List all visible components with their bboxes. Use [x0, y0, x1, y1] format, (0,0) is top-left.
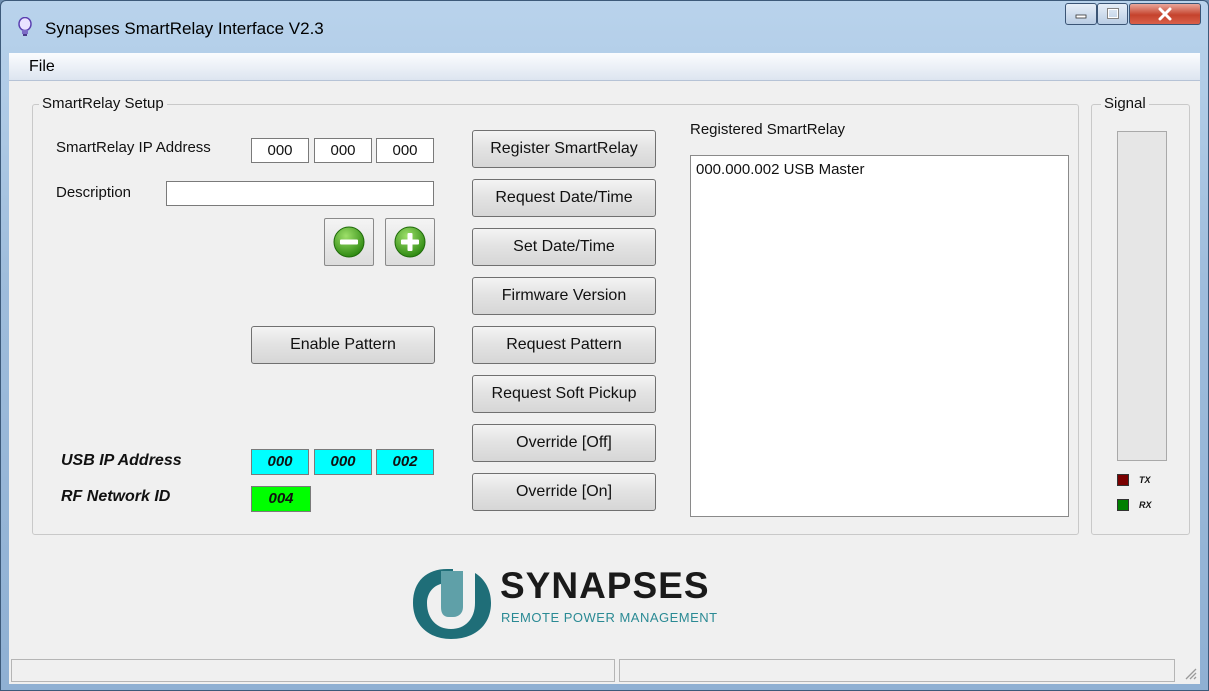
register-smartrelay-button[interactable]: Register SmartRelay — [472, 130, 656, 168]
ip-octet-3[interactable]: 000 — [376, 138, 434, 163]
minimize-icon — [1075, 14, 1087, 19]
signal-meter — [1117, 131, 1167, 461]
rx-label: RX — [1139, 500, 1152, 510]
rx-indicator — [1117, 499, 1129, 511]
ip-octet-1[interactable]: 000 — [251, 138, 309, 163]
usb-ip-octet-3: 002 — [376, 449, 434, 475]
smartrelay-ip-label: SmartRelay IP Address — [56, 139, 211, 156]
title-bar[interactable]: Synapses SmartRelay Interface V2.3 — [1, 1, 1208, 53]
status-bar — [9, 657, 1200, 684]
override-on-button[interactable]: Override [On] — [472, 473, 656, 511]
status-panel-2 — [619, 659, 1175, 682]
registered-smartrelay-title: Registered SmartRelay — [690, 121, 846, 138]
request-soft-pickup-button[interactable]: Request Soft Pickup — [472, 375, 656, 413]
lightbulb-icon — [18, 17, 32, 36]
minimize-button[interactable] — [1065, 3, 1097, 25]
usb-ip-octet-1: 000 — [251, 449, 309, 475]
close-button[interactable] — [1129, 3, 1201, 25]
plus-circle-icon — [394, 226, 426, 258]
tx-label: TX — [1139, 475, 1151, 485]
rf-network-id: 004 — [251, 486, 311, 512]
menu-bar: File — [9, 53, 1200, 81]
logo-name: SYNAPSES — [500, 565, 710, 606]
resize-grip-icon[interactable] — [1183, 666, 1197, 680]
firmware-version-button[interactable]: Firmware Version — [472, 277, 656, 315]
description-field[interactable] — [166, 181, 434, 206]
close-icon — [1158, 7, 1172, 21]
request-pattern-button[interactable]: Request Pattern — [472, 326, 656, 364]
add-button[interactable] — [385, 218, 435, 266]
ip-octet-2[interactable]: 000 — [314, 138, 372, 163]
usb-ip-label: USB IP Address — [61, 452, 182, 469]
maximize-icon — [1106, 8, 1119, 19]
synapses-logo: SYNAPSES REMOTE POWER MANAGEMENT — [405, 563, 785, 643]
enable-pattern-button[interactable]: Enable Pattern — [251, 326, 435, 364]
set-date-time-button[interactable]: Set Date/Time — [472, 228, 656, 266]
usb-ip-octet-2: 000 — [314, 449, 372, 475]
signal-title: Signal — [1101, 95, 1149, 112]
minus-circle-icon — [333, 226, 365, 258]
description-label: Description — [56, 184, 132, 201]
registered-smartrelay-list[interactable]: 000.000.002 USB Master — [690, 155, 1069, 517]
smartrelay-setup-title: SmartRelay Setup — [39, 95, 167, 112]
tx-indicator — [1117, 474, 1129, 486]
client-area: SmartRelay Setup SmartRelay IP Address 0… — [9, 81, 1200, 657]
rf-network-label: RF Network ID — [61, 488, 171, 505]
list-item[interactable]: 000.000.002 USB Master — [696, 161, 864, 178]
request-date-time-button[interactable]: Request Date/Time — [472, 179, 656, 217]
menu-file[interactable]: File — [29, 58, 55, 76]
synapses-logo-mark — [413, 569, 491, 639]
logo-tagline: REMOTE POWER MANAGEMENT — [501, 610, 718, 625]
maximize-button[interactable] — [1097, 3, 1128, 25]
remove-button[interactable] — [324, 218, 374, 266]
status-panel-1 — [11, 659, 615, 682]
app-window: Synapses SmartRelay Interface V2.3 File … — [0, 0, 1209, 691]
window-title: Synapses SmartRelay Interface V2.3 — [45, 19, 324, 38]
override-off-button[interactable]: Override [Off] — [472, 424, 656, 462]
